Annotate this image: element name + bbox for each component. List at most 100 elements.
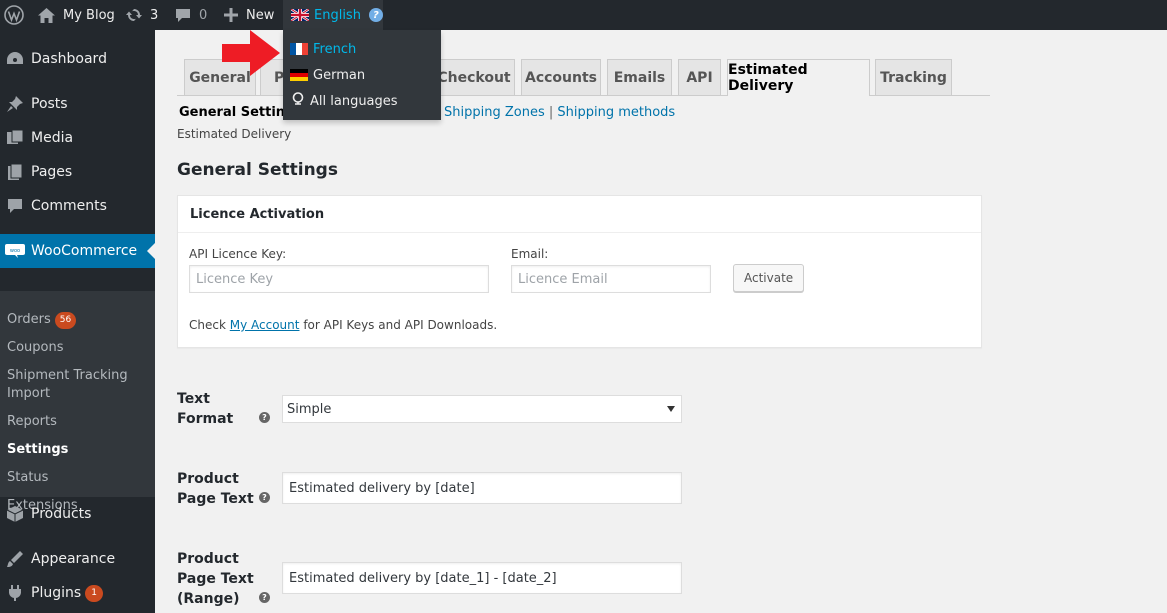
new-label: New <box>246 7 275 23</box>
tab-tracking[interactable]: Tracking <box>875 59 952 95</box>
comments-link[interactable]: 0 <box>175 0 207 30</box>
wordpress-logo-icon[interactable] <box>0 0 27 30</box>
licence-email-input[interactable] <box>511 265 711 293</box>
licence-panel-title: Licence Activation <box>178 196 981 233</box>
subnav-separator: | <box>548 105 554 120</box>
pages-icon <box>5 162 25 182</box>
tab-label: Accounts <box>524 69 597 86</box>
product-page-text-label: Product Page Text <box>177 471 254 507</box>
product-page-text-range-label: Product Page Text (Range) <box>177 551 254 607</box>
new-content-link[interactable]: New <box>224 0 274 30</box>
orders-count-badge: 56 <box>54 312 77 329</box>
submenu-item-shipment-tracking-import[interactable]: Shipment Tracking Import <box>7 367 142 403</box>
sidebar-item-appearance[interactable]: Appearance <box>0 542 155 576</box>
sidebar-item-posts[interactable]: Posts <box>0 87 155 121</box>
submenu-item-reports[interactable]: Reports <box>7 413 57 431</box>
tab-label: Emails <box>613 69 666 86</box>
licence-key-input[interactable] <box>189 265 489 293</box>
product-page-text-input[interactable] <box>282 472 682 504</box>
plugins-count-badge: 1 <box>85 584 104 602</box>
sidebar-item-label: Comments <box>31 198 107 214</box>
text-format-select[interactable]: Simple <box>282 395 682 423</box>
updates-icon <box>125 7 143 23</box>
language-option-all[interactable]: All languages <box>283 88 441 114</box>
subnav-links: Shipping Zones | Shipping methods <box>444 105 675 120</box>
tab-label: API <box>686 69 713 86</box>
tab-api[interactable]: API <box>678 59 721 95</box>
language-option-label: German <box>313 67 366 83</box>
subnav-shipping-methods-link[interactable]: Shipping methods <box>557 105 675 120</box>
chevron-down-icon <box>667 406 675 412</box>
woocommerce-submenu: Orders 56 Coupons Shipment Tracking Impor… <box>0 291 155 513</box>
appearance-icon <box>5 549 25 569</box>
tab-label: Tracking <box>880 69 947 86</box>
api-key-label: API Licence Key: <box>189 247 287 261</box>
licence-note: Check My Account for API Keys and API Do… <box>189 318 497 332</box>
activate-button[interactable]: Activate <box>733 264 805 292</box>
product-page-text-range-input[interactable] <box>282 562 682 594</box>
sidebar-item-pages[interactable]: Pages <box>0 155 155 189</box>
sidebar-item-dashboard[interactable]: Dashboard <box>0 42 155 76</box>
sidebar-item-label: WooCommerce <box>31 243 138 259</box>
submenu-item-label: Coupons <box>7 340 64 355</box>
woocommerce-icon: woo <box>5 241 25 261</box>
email-label: Email: <box>511 247 549 261</box>
admin-sidebar: Dashboard Posts Media Pages Comments woo… <box>0 30 155 613</box>
select-value: Simple <box>287 401 332 417</box>
plugins-icon <box>5 583 25 603</box>
submenu-item-label: Orders <box>7 312 51 327</box>
sidebar-item-label: Plugins <box>31 585 82 601</box>
products-icon <box>5 504 25 524</box>
comments-icon <box>5 196 25 216</box>
submenu-item-label: Settings <box>7 442 69 457</box>
language-switcher[interactable]: English ? <box>283 0 383 30</box>
sidebar-item-label: Posts <box>31 96 68 112</box>
comment-bubble-icon <box>175 8 191 23</box>
sidebar-item-label: Appearance <box>31 551 116 567</box>
globe-icon <box>292 92 304 110</box>
text-format-label: Text Format <box>177 391 234 427</box>
language-label: English <box>314 7 361 23</box>
current-menu-arrow <box>147 243 155 259</box>
sidebar-item-media[interactable]: Media <box>0 121 155 155</box>
submenu-item-orders[interactable]: Orders 56 <box>7 311 77 329</box>
sidebar-item-woocommerce[interactable]: woo WooCommerce <box>0 234 155 268</box>
sidebar-item-plugins[interactable]: Plugins 1 <box>0 576 155 610</box>
submenu-item-settings[interactable]: Settings <box>7 441 68 459</box>
language-option-french[interactable]: French <box>283 36 441 62</box>
plus-icon <box>224 8 238 22</box>
sidebar-item-comments[interactable]: Comments <box>0 189 155 223</box>
tab-emails[interactable]: Emails <box>607 59 672 95</box>
site-name-link[interactable]: My Blog <box>38 0 115 30</box>
tab-checkout[interactable]: Checkout <box>433 59 515 95</box>
comments-count: 0 <box>199 7 208 23</box>
sidebar-item-label: Products <box>31 506 92 522</box>
licence-activation-panel: Licence Activation API Licence Key: Emai… <box>177 195 982 348</box>
pin-icon <box>5 94 25 114</box>
subnav-shipping-zones-link[interactable]: Shipping Zones <box>444 105 545 120</box>
subnav-breadcrumb[interactable]: Estimated Delivery <box>177 127 291 141</box>
language-option-label: French <box>313 41 357 57</box>
submenu-item-status[interactable]: Status <box>7 469 48 487</box>
language-option-german[interactable]: German <box>283 62 441 88</box>
help-tip-icon[interactable]: ? <box>259 592 270 603</box>
help-icon[interactable]: ? <box>368 8 383 22</box>
submenu-item-label: Reports <box>7 414 57 429</box>
tab-estimated-delivery[interactable]: Estimated Delivery <box>727 59 870 96</box>
my-account-link[interactable]: My Account <box>230 318 300 332</box>
help-tip-icon[interactable]: ? <box>259 492 270 503</box>
updates-count: 3 <box>150 7 159 23</box>
language-option-label: All languages <box>310 93 398 109</box>
tab-accounts[interactable]: Accounts <box>521 59 601 95</box>
help-tip-icon[interactable]: ? <box>259 412 270 423</box>
sidebar-item-products[interactable]: Products <box>0 497 155 531</box>
sidebar-item-label: Dashboard <box>31 51 107 67</box>
site-name-label: My Blog <box>63 7 115 23</box>
updates-link[interactable]: 3 <box>125 0 158 30</box>
dashboard-icon <box>5 49 25 69</box>
tab-label: Checkout <box>437 69 511 86</box>
media-icon <box>5 128 25 148</box>
uk-flag-icon <box>291 9 309 21</box>
svg-text:woo: woo <box>10 248 20 254</box>
submenu-item-coupons[interactable]: Coupons <box>7 339 64 357</box>
